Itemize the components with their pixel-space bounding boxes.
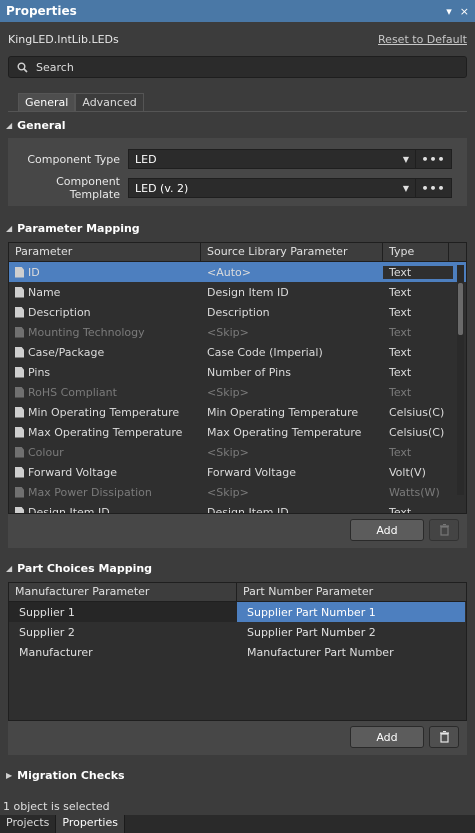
tab-advanced[interactable]: Advanced — [75, 93, 144, 112]
column-header-source[interactable]: Source Library Parameter — [201, 243, 383, 262]
table-row[interactable]: Design Item ID Design Item ID Text — [9, 502, 466, 513]
component-type-value: LED — [135, 152, 157, 166]
grid-header: Parameter Source Library Parameter Type — [9, 243, 466, 262]
table-row[interactable]: RoHS Compliant <Skip> Text — [9, 382, 466, 402]
table-row[interactable]: Supplier 2 Supplier Part Number 2 — [9, 622, 466, 642]
delete-part-choice-button[interactable] — [429, 726, 459, 748]
panel-header: KingLED.IntLib.LEDs Reset to Default — [0, 28, 475, 50]
component-template-row: Component Template LED (v. 2) ▼ ••• — [8, 175, 467, 201]
status-text: 1 object is selected — [3, 800, 110, 813]
general-box: Component Type LED ▼ ••• Component Templ… — [8, 138, 467, 206]
section-general-header[interactable]: ◢ General — [6, 119, 66, 132]
table-row[interactable]: Mounting Technology <Skip> Text — [9, 322, 466, 342]
component-template-dropdown[interactable]: LED (v. 2) ▼ — [128, 178, 416, 198]
section-migration-checks-header[interactable]: ▶ Migration Checks — [6, 769, 125, 782]
panel-menu-icon[interactable]: ▾ — [446, 5, 452, 18]
search-icon — [17, 62, 28, 73]
document-icon — [15, 466, 24, 478]
section-part-choices-title: Part Choices Mapping — [17, 562, 153, 575]
document-icon — [15, 306, 24, 318]
tab-divider — [8, 111, 467, 112]
delete-parameter-button[interactable] — [429, 519, 459, 541]
document-icon — [15, 346, 24, 358]
component-type-more-button[interactable]: ••• — [416, 149, 452, 169]
document-icon — [15, 426, 24, 438]
table-row[interactable]: Colour <Skip> Text — [9, 442, 466, 462]
parameter-mapping-grid: Parameter Source Library Parameter Type … — [8, 242, 467, 514]
panel-title: Properties — [6, 4, 77, 18]
document-icon — [15, 366, 24, 378]
table-row[interactable]: ID <Auto> Text — [9, 262, 466, 282]
table-row[interactable]: Forward Voltage Forward Voltage Volt(V) — [9, 462, 466, 482]
component-template-more-button[interactable]: ••• — [416, 178, 452, 198]
section-migration-checks-title: Migration Checks — [17, 769, 125, 782]
collapse-icon: ◢ — [6, 564, 13, 573]
trash-icon — [439, 524, 449, 536]
tab-general[interactable]: General — [18, 93, 76, 112]
section-parameter-mapping-title: Parameter Mapping — [17, 222, 140, 235]
chevron-down-icon: ▼ — [402, 154, 409, 164]
document-icon — [15, 506, 24, 513]
component-type-label: Component Type — [27, 152, 120, 166]
tab-properties[interactable]: Properties — [56, 815, 125, 833]
add-part-choice-button[interactable]: Add — [350, 726, 424, 748]
column-header-manufacturer[interactable]: Manufacturer Parameter — [9, 583, 237, 602]
add-parameter-button[interactable]: Add — [350, 519, 424, 541]
section-parameter-mapping-header[interactable]: ◢ Parameter Mapping — [6, 222, 140, 235]
section-part-choices-header[interactable]: ◢ Part Choices Mapping — [6, 562, 152, 575]
bottom-tab-bar: Projects Properties — [0, 815, 475, 833]
component-template-label: Component Template — [56, 175, 120, 201]
document-icon — [15, 486, 24, 498]
column-header-part-number[interactable]: Part Number Parameter — [237, 583, 466, 602]
table-row[interactable]: Name Design Item ID Text — [9, 282, 466, 302]
trash-icon — [439, 731, 449, 743]
document-icon — [15, 326, 24, 338]
table-row[interactable]: Min Operating Temperature Min Operating … — [9, 402, 466, 422]
component-type-row: Component Type LED ▼ ••• — [8, 148, 467, 170]
table-row[interactable]: Max Operating Temperature Max Operating … — [9, 422, 466, 442]
vertical-scrollbar[interactable] — [457, 265, 464, 495]
component-type-dropdown[interactable]: LED ▼ — [128, 149, 416, 169]
document-icon — [15, 266, 24, 278]
component-template-value: LED (v. 2) — [135, 181, 189, 195]
column-header-parameter[interactable]: Parameter — [9, 243, 201, 262]
table-row[interactable]: Manufacturer Manufacturer Part Number — [9, 642, 466, 662]
document-icon — [15, 446, 24, 458]
file-name: KingLED.IntLib.LEDs — [8, 32, 119, 46]
section-general-title: General — [17, 119, 66, 132]
reset-to-default-link[interactable]: Reset to Default — [378, 33, 467, 46]
scrollbar-thumb[interactable] — [458, 283, 463, 335]
table-row[interactable]: Supplier 1 Supplier Part Number 1 — [9, 602, 466, 622]
part-choices-footer: Add — [8, 721, 467, 755]
table-row[interactable]: Case/Package Case Code (Imperial) Text — [9, 342, 466, 362]
table-row[interactable]: Description Description Text — [9, 302, 466, 322]
tab-projects[interactable]: Projects — [0, 815, 57, 833]
collapse-icon: ◢ — [6, 121, 13, 130]
search-input[interactable] — [36, 60, 436, 74]
expand-icon: ▶ — [6, 771, 13, 780]
part-choices-grid: Manufacturer Parameter Part Number Param… — [8, 582, 467, 721]
close-icon[interactable]: × — [460, 5, 469, 18]
document-icon — [15, 406, 24, 418]
grid-header: Manufacturer Parameter Part Number Param… — [9, 583, 466, 602]
search-box[interactable] — [8, 56, 467, 78]
table-row[interactable]: Pins Number of Pins Text — [9, 362, 466, 382]
chevron-down-icon: ▼ — [402, 183, 409, 193]
tab-bar: General Advanced — [18, 93, 144, 112]
table-row[interactable]: Max Power Dissipation <Skip> Watts(W) — [9, 482, 466, 502]
collapse-icon: ◢ — [6, 224, 13, 233]
document-icon — [15, 386, 24, 398]
document-icon — [15, 286, 24, 298]
panel-titlebar: Properties ▾ × — [0, 0, 475, 22]
parameter-mapping-footer: Add — [8, 514, 467, 548]
column-header-type[interactable]: Type — [383, 243, 449, 262]
